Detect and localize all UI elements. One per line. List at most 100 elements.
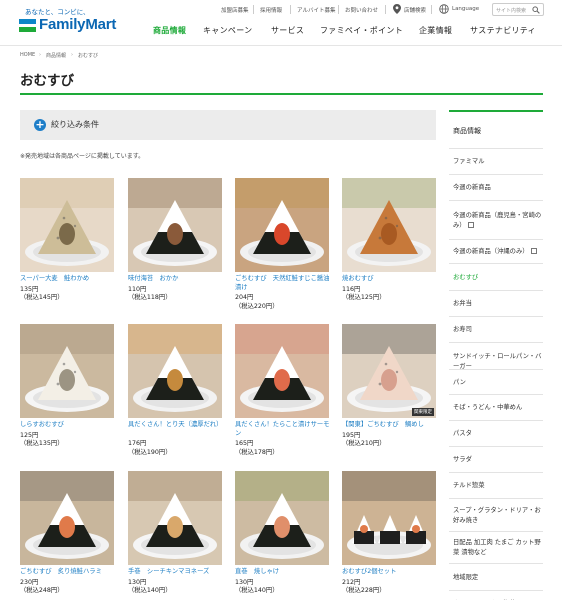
gnav-products[interactable]: 商品情報	[153, 25, 186, 36]
product-name[interactable]: おむすび2個セット	[342, 568, 442, 577]
product-card[interactable]: 関東限定 【関東】ごちむすび 鯛めし 195円 （税込210円）	[342, 324, 436, 464]
site-header: あなたと、コンビに、 FamilyMart 加盟店募集 採用情報 アルバイト募集…	[0, 0, 562, 46]
sidebar-item[interactable]: 今週の新商品（沖縄のみ）	[449, 239, 543, 263]
breadcrumb-products[interactable]: 商品情報	[46, 52, 66, 59]
brand-tagline: あなたと、コンビに、	[25, 8, 90, 16]
product-price-tax: （税込140円）	[235, 587, 279, 594]
product-image[interactable]	[20, 471, 114, 565]
sidebar-item[interactable]: 日配品 加工肉 たまご カット野菜 漬物など	[449, 531, 543, 563]
breadcrumb-current: おむすび	[78, 53, 99, 59]
product-card[interactable]: スーパー大麦 鮭わかめ 135円 （税込145円）	[20, 178, 114, 318]
sidebar-item[interactable]: 今週の新商品	[449, 174, 543, 200]
util-link-franchise[interactable]: 加盟店募集	[221, 6, 249, 16]
sidebar-heading: 商品情報	[453, 127, 481, 135]
sidebar-item[interactable]: ホットスナック・惣菜	[449, 590, 543, 600]
globe-icon	[439, 4, 449, 14]
sidebar-item-label: 日配品 加工肉 たまご カット野菜 漬物など	[453, 539, 541, 556]
search-icon[interactable]	[532, 6, 540, 14]
product-image[interactable]	[128, 324, 222, 418]
product-price-tax: （税込125円）	[342, 294, 386, 301]
product-price-tax: （税込248円）	[20, 587, 64, 594]
product-price-tax: （税込210円）	[342, 440, 386, 447]
product-price-tax: （税込118円）	[128, 294, 172, 301]
plus-circle-icon: +	[34, 118, 46, 131]
product-card[interactable]: ごちむすび 炙り焼鮭ハラミ 230円 （税込248円）	[20, 471, 114, 600]
product-image[interactable]	[235, 324, 329, 418]
map-pin-icon	[393, 4, 401, 14]
product-name[interactable]: 【関東】ごちむすび 鯛めし	[342, 421, 442, 430]
sidebar-item[interactable]: チルド惣菜	[449, 472, 543, 498]
sidebar-item[interactable]: サラダ	[449, 446, 543, 472]
breadcrumb-chevron-icon: ›	[71, 52, 73, 58]
product-price-tax: （税込145円）	[20, 294, 64, 301]
product-name[interactable]: 直巻 焼しゃけ	[235, 568, 335, 577]
sidebar-item[interactable]: ファミマル	[449, 148, 543, 174]
product-card[interactable]: 味付海苔 おかか 110円 （税込118円）	[128, 178, 222, 318]
product-card[interactable]: 具だくさん！とり天（濃厚だれ） 176円 （税込190円）	[128, 324, 222, 464]
product-name[interactable]: スーパー大麦 鮭わかめ	[20, 275, 120, 284]
filter-label: 絞り込み条件	[51, 120, 99, 129]
util-link-careers[interactable]: 採用情報	[260, 6, 282, 16]
product-image[interactable]	[235, 178, 329, 272]
gnav-famipay[interactable]: ファミペイ・ポイント	[320, 25, 403, 36]
util-link-parttime[interactable]: アルバイト募集	[297, 6, 335, 16]
product-price-tax: （税込220円）	[235, 302, 279, 310]
product-image[interactable]	[128, 471, 222, 565]
sidebar-item[interactable]: パスタ	[449, 420, 543, 446]
language-link[interactable]: Language	[452, 6, 479, 16]
sidebar-item-label: パン	[453, 378, 466, 386]
product-name[interactable]: 具だくさん！とり天（濃厚だれ）	[128, 421, 228, 430]
product-price-tax: （税込140円）	[128, 587, 172, 594]
title-divider	[20, 93, 543, 95]
sidebar-item-label: パスタ	[453, 430, 472, 437]
sidebar-item[interactable]: 地域限定	[449, 563, 543, 590]
product-name[interactable]: 味付海苔 おかか	[128, 275, 228, 284]
sidebar-item[interactable]: お弁当	[449, 290, 543, 316]
site-search-input[interactable]: サイト内検索	[492, 3, 544, 16]
product-card[interactable]: 手巻 シーチキンマヨネーズ 130円 （税込140円）	[128, 471, 222, 600]
sidebar-item[interactable]: お寿司	[449, 316, 543, 342]
product-name[interactable]: 具だくさん！たらこと漬けサーモン	[235, 421, 335, 438]
product-name[interactable]: 手巻 シーチキンマヨネーズ	[128, 568, 228, 577]
sidebar-item[interactable]: おむすび	[449, 263, 543, 290]
util-link-contact[interactable]: お問い合わせ	[345, 6, 378, 16]
sidebar-item[interactable]: そば・うどん・中華めん	[449, 394, 543, 420]
product-card[interactable]: 直巻 焼しゃけ 130円 （税込140円）	[235, 471, 329, 600]
external-link-icon	[467, 221, 474, 228]
product-name[interactable]: ごちむすび 天然紅鮭すじこ醤油漬け	[235, 275, 335, 292]
product-price-tax: （税込135円）	[20, 440, 64, 447]
product-image[interactable]	[20, 178, 114, 272]
sidebar-item[interactable]: サンドイッチ・ロールパン・バーガー	[449, 342, 543, 370]
product-image[interactable]	[20, 324, 114, 418]
sidebar-item-label: 今週の新商品（沖縄のみ）	[453, 247, 543, 257]
store-search-link[interactable]: 店舗検索	[404, 6, 426, 16]
sidebar-item-label: 今週の新商品	[453, 184, 491, 191]
gnav-services[interactable]: サービス	[271, 25, 304, 36]
logo-stripes-icon	[19, 19, 36, 32]
product-name[interactable]: ごちむすび 炙り焼鮭ハラミ	[20, 568, 120, 577]
product-name[interactable]: 焼おむすび	[342, 275, 442, 284]
gnav-company[interactable]: 企業情報	[419, 25, 452, 36]
product-image[interactable]	[235, 471, 329, 565]
product-card[interactable]: 具だくさん！たらこと漬けサーモン 165円 （税込178円）	[235, 324, 329, 464]
gnav-sustainability[interactable]: サステナビリティ	[470, 25, 536, 36]
product-card[interactable]: しらすおむすび 125円 （税込135円）	[20, 324, 114, 464]
sidebar-item-label: 今週の新商品（鹿児島・宮崎のみ）	[453, 211, 542, 229]
product-image[interactable]: 関東限定	[342, 324, 436, 418]
product-card[interactable]: ごちむすび 天然紅鮭すじこ醤油漬け 204円 （税込220円）	[235, 178, 329, 318]
product-name[interactable]: しらすおむすび	[20, 421, 120, 430]
filter-toggle[interactable]: + 絞り込み条件	[20, 110, 436, 140]
sidebar-item[interactable]: スープ・グラタン・ドリア・お好み焼き	[449, 498, 543, 531]
product-image[interactable]	[128, 178, 222, 272]
product-image[interactable]	[342, 471, 436, 565]
product-card[interactable]: 焼おむすび 116円 （税込125円）	[342, 178, 436, 318]
sidebar-top-rule	[449, 110, 543, 112]
sidebar-item[interactable]: 今週の新商品（鹿児島・宮崎のみ）	[449, 200, 543, 239]
product-card[interactable]: おむすび2個セット 212円 （税込228円）	[342, 471, 436, 600]
breadcrumb-home[interactable]: HOME	[20, 52, 35, 58]
page-title: おむすび	[20, 73, 74, 89]
gnav-campaign[interactable]: キャンペーン	[203, 25, 252, 36]
sidebar-item[interactable]: パン	[449, 369, 543, 394]
product-image[interactable]	[342, 178, 436, 272]
sidebar-item-label: おむすび	[453, 273, 479, 281]
